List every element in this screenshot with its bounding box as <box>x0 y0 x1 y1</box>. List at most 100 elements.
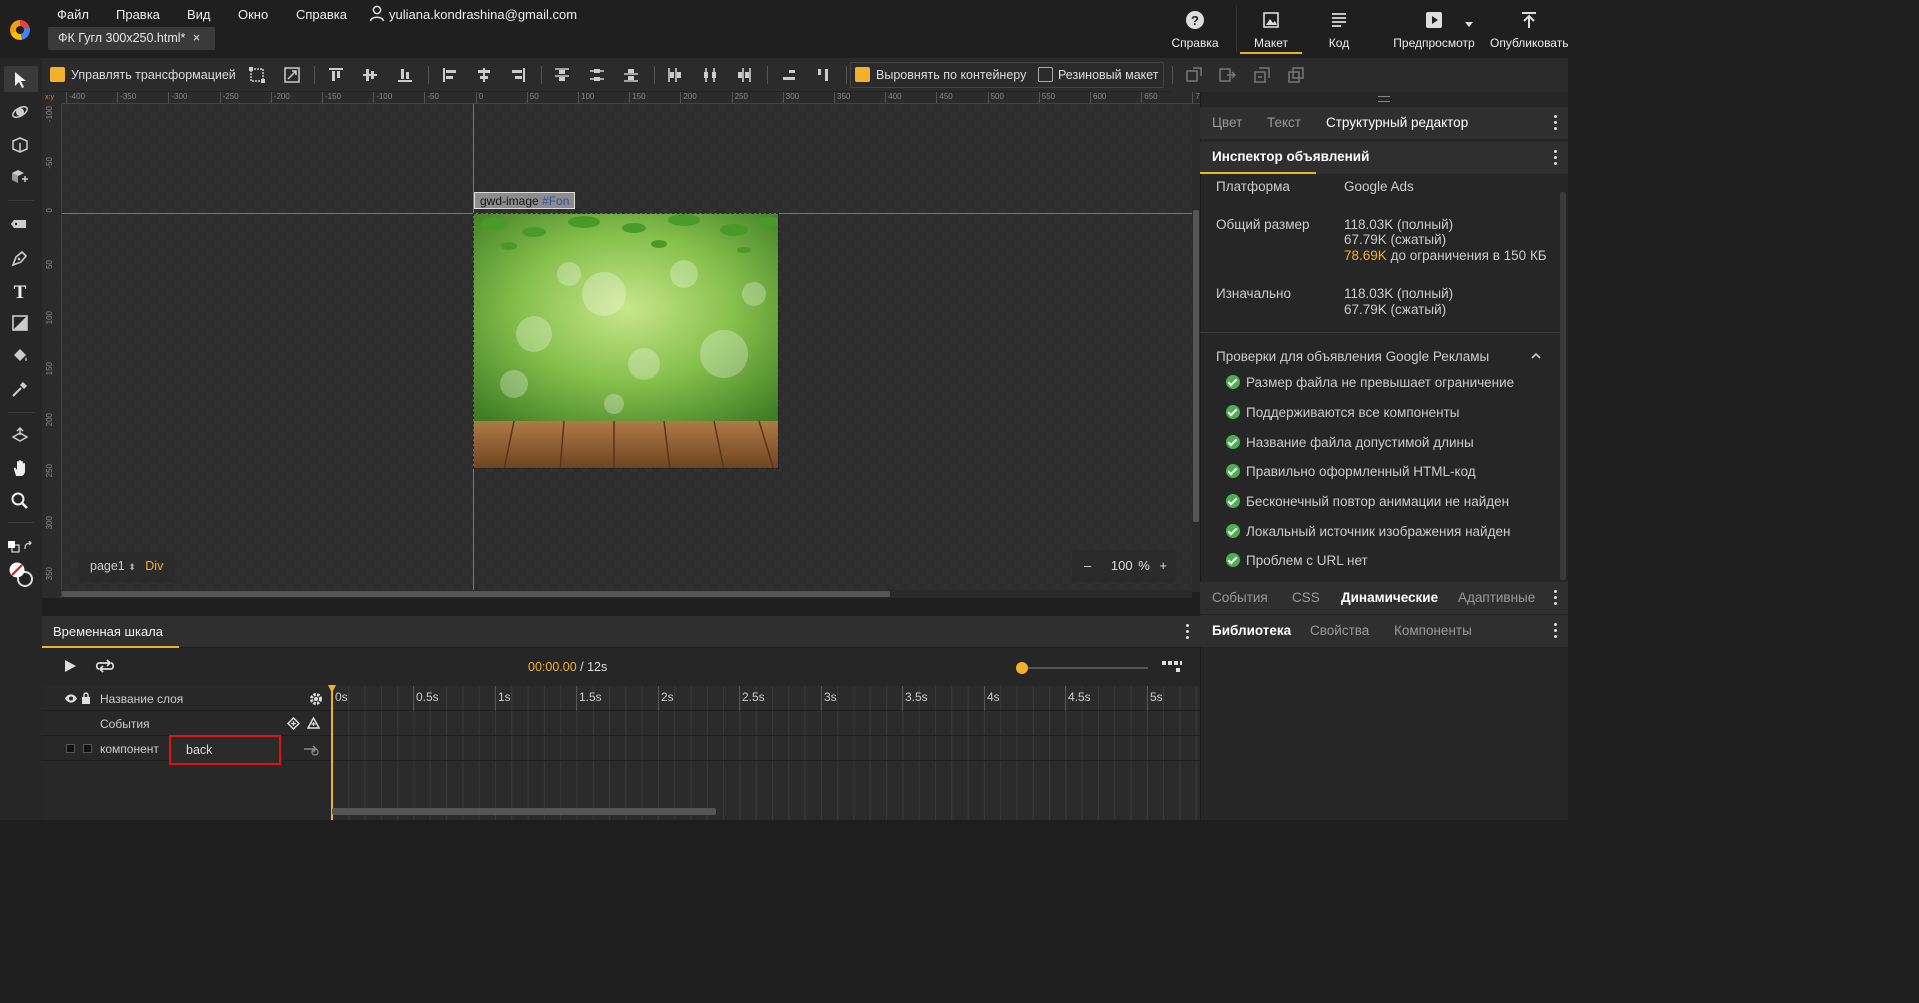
align-top-icon[interactable] <box>327 66 345 84</box>
tab-text[interactable]: Текст <box>1267 107 1301 138</box>
timeline-view-options-icon[interactable] <box>1162 661 1182 673</box>
distribute-middle-icon[interactable] <box>588 66 606 84</box>
panel-menu-icon[interactable] <box>1554 115 1558 131</box>
space-horizontal-icon[interactable] <box>814 66 832 84</box>
gear-icon[interactable] <box>309 692 323 706</box>
3d-rotate-icon[interactable] <box>10 102 30 122</box>
pen-tool-icon[interactable] <box>10 248 30 268</box>
menu-edit[interactable]: Правка <box>116 7 160 22</box>
add-label-icon[interactable] <box>307 717 320 729</box>
layout-button[interactable]: Макет <box>1240 8 1302 54</box>
code-button[interactable]: Код <box>1314 8 1364 54</box>
checks-title[interactable]: Проверки для объявления Google Рекламы <box>1216 349 1489 364</box>
tab-components[interactable]: Компоненты <box>1394 615 1472 646</box>
free-transform-icon[interactable] <box>248 66 266 84</box>
page-name[interactable]: page1 <box>90 559 125 573</box>
wrap-group-icon[interactable] <box>1185 66 1203 84</box>
zoom-value[interactable]: 100 <box>1111 558 1133 573</box>
document-tab[interactable]: ФК Гугл 300x250.html* × <box>48 27 215 50</box>
tab-dynamic[interactable]: Динамические <box>1341 582 1438 613</box>
menu-view[interactable]: Вид <box>187 7 211 22</box>
zoom-in-button[interactable]: + <box>1159 558 1167 573</box>
timeline-zoom-slider[interactable] <box>1018 667 1148 669</box>
distribute-right-icon[interactable] <box>735 66 753 84</box>
chevron-down-icon[interactable] <box>1465 22 1473 27</box>
help-button[interactable]: ? Справка <box>1168 8 1222 54</box>
menu-help[interactable]: Справка <box>296 7 347 22</box>
lock-icon[interactable] <box>81 692 91 704</box>
add-event-icon[interactable] <box>287 717 300 730</box>
component-name-field[interactable]: back <box>169 735 281 765</box>
eye-icon[interactable] <box>64 693 78 704</box>
tab-events[interactable]: События <box>1212 582 1268 613</box>
responsive-checkbox[interactable] <box>1038 67 1053 82</box>
tab-library[interactable]: Библиотека <box>1212 615 1291 646</box>
element-type[interactable]: Div <box>145 559 163 573</box>
align-container-checkbox[interactable] <box>855 67 870 82</box>
ad-canvas-image[interactable] <box>473 213 779 469</box>
3d-view-icon[interactable] <box>10 425 30 445</box>
text-tool-icon[interactable]: T <box>10 281 30 301</box>
transform-checkbox[interactable] <box>50 67 65 82</box>
timeline-zoom-slider-handle[interactable] <box>1016 662 1028 674</box>
tab-responsive[interactable]: Адаптивные <box>1458 582 1535 613</box>
drag-handle-icon[interactable] <box>1378 96 1390 102</box>
publish-button[interactable]: Опубликовать <box>1490 8 1568 54</box>
3d-translate-icon[interactable] <box>10 135 30 155</box>
mid-tabs-menu-icon[interactable] <box>1554 590 1558 606</box>
zoom-tool-icon[interactable] <box>10 491 30 511</box>
distribute-bottom-icon[interactable] <box>622 66 640 84</box>
fill-bucket-icon[interactable] <box>10 346 30 366</box>
tag-tool-icon[interactable] <box>10 214 30 234</box>
close-icon[interactable]: × <box>193 31 200 45</box>
playhead-marker[interactable] <box>328 685 336 693</box>
hand-tool-icon[interactable] <box>10 458 30 478</box>
space-vertical-icon[interactable] <box>780 66 798 84</box>
eyedropper-icon[interactable] <box>10 379 30 399</box>
preview-button[interactable]: Предпросмотр <box>1390 8 1478 54</box>
inspector-menu-icon[interactable] <box>1554 150 1558 166</box>
fill-stroke-color-icon[interactable] <box>7 560 35 588</box>
menu-window[interactable]: Окно <box>238 7 268 22</box>
distribute-center-icon[interactable] <box>701 66 719 84</box>
shape-tool-icon[interactable] <box>10 313 30 333</box>
tab-structure-editor[interactable]: Структурный редактор <box>1326 107 1468 138</box>
distribute-top-icon[interactable] <box>553 66 571 84</box>
default-colors-icon[interactable] <box>8 541 20 553</box>
current-time[interactable]: 00:00.00 <box>528 660 577 674</box>
align-vertical-center-icon[interactable] <box>361 66 379 84</box>
animation-toggle-icon[interactable] <box>302 743 320 756</box>
layer-lock-box[interactable] <box>83 744 92 753</box>
zoom-out-button[interactable]: – <box>1084 558 1091 573</box>
align-bottom-icon[interactable] <box>396 66 414 84</box>
stack-icon[interactable] <box>1287 66 1305 84</box>
page-breadcrumb[interactable]: page1 ⬍ Div <box>78 552 175 582</box>
align-right-icon[interactable] <box>509 66 527 84</box>
swap-colors-icon[interactable] <box>23 541 34 552</box>
selection-arrow-icon[interactable] <box>10 70 30 90</box>
tab-color[interactable]: Цвет <box>1212 107 1242 138</box>
inspector-title[interactable]: Инспектор объявлений <box>1212 149 1369 164</box>
align-left-icon[interactable] <box>441 66 459 84</box>
scale-icon[interactable] <box>283 66 301 84</box>
chevron-up-icon[interactable] <box>1530 352 1542 360</box>
timeline-playhead[interactable] <box>331 686 333 820</box>
inspector-scrollbar[interactable] <box>1560 192 1566 580</box>
tab-properties[interactable]: Свойства <box>1310 615 1369 646</box>
3d-object-icon[interactable] <box>10 167 30 187</box>
bottom-tabs-menu-icon[interactable] <box>1554 623 1558 639</box>
updown-icon[interactable]: ⬍ <box>128 562 136 572</box>
stage-vertical-scroll-thumb[interactable] <box>1193 210 1199 522</box>
menu-file[interactable]: Файл <box>57 7 89 22</box>
play-icon[interactable] <box>63 659 77 673</box>
timeline-scroll-thumb[interactable] <box>332 808 716 815</box>
stage-horizontal-scroll-thumb[interactable] <box>62 591 890 597</box>
swap-icon[interactable] <box>1253 66 1271 84</box>
align-horizontal-center-icon[interactable] <box>475 66 493 84</box>
distribute-left-icon[interactable] <box>666 66 684 84</box>
move-out-icon[interactable] <box>1218 66 1236 84</box>
timeline-title[interactable]: Временная шкала <box>53 624 163 639</box>
tab-css[interactable]: CSS <box>1292 582 1320 613</box>
loop-icon[interactable] <box>95 659 115 673</box>
user-email[interactable]: yuliana.kondrashina@gmail.com <box>389 7 577 22</box>
